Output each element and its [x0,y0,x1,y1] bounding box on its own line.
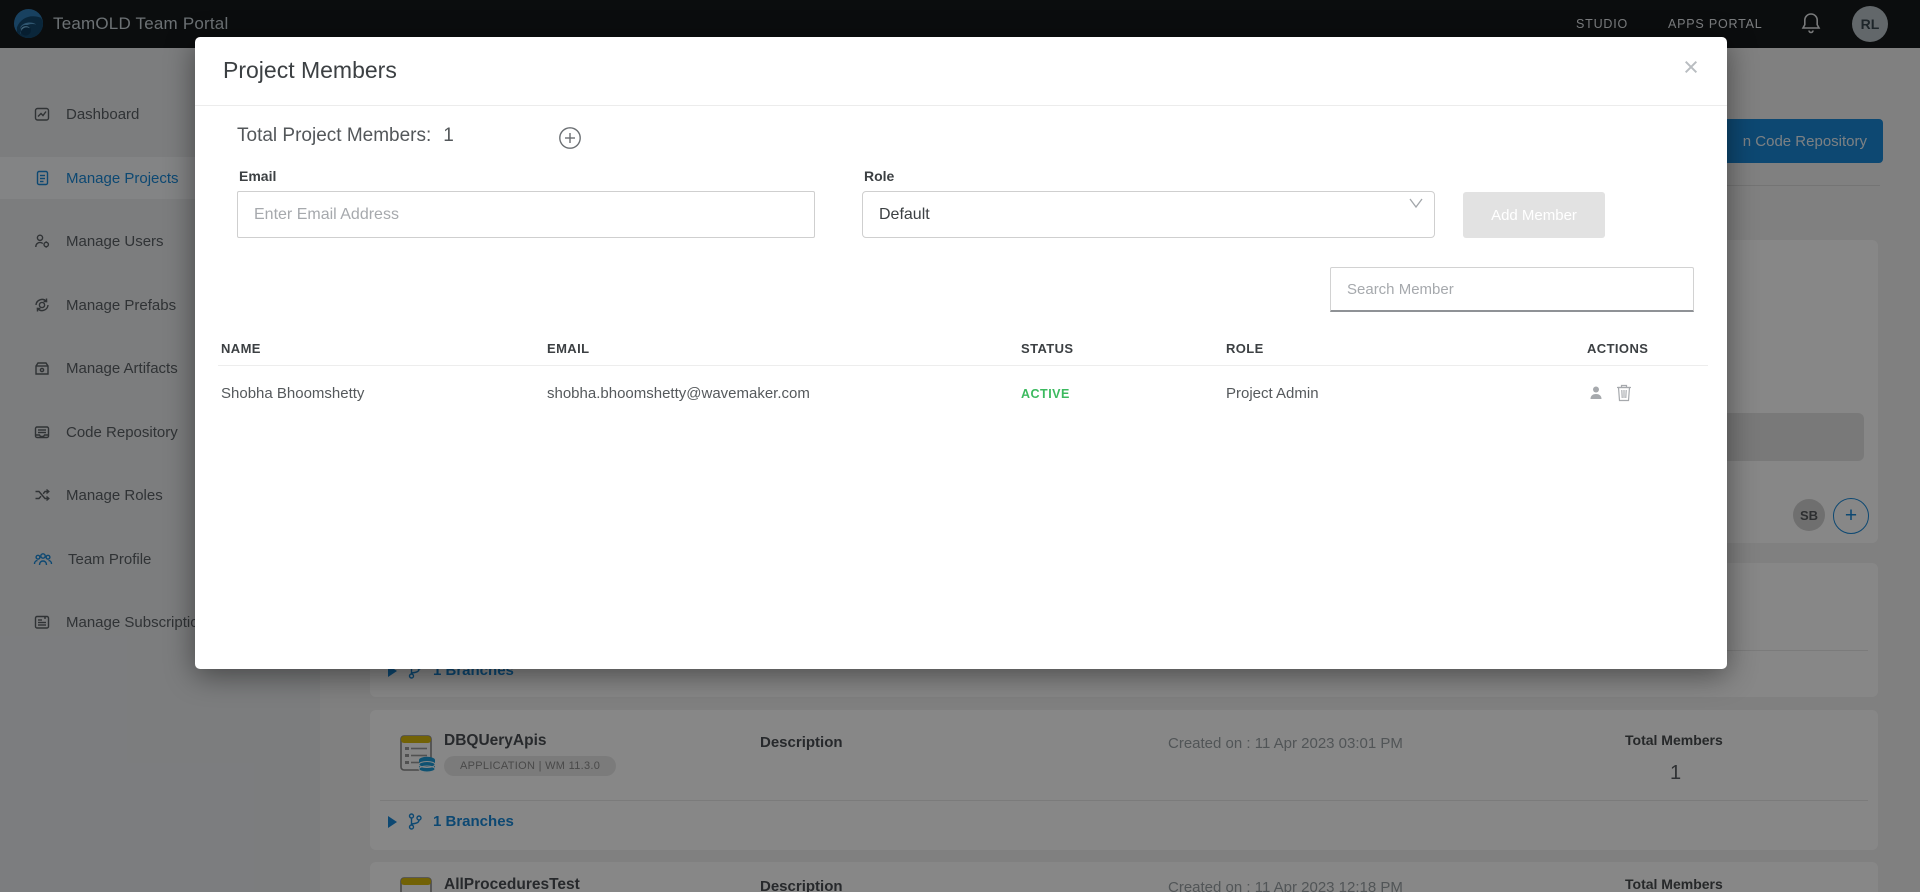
delete-member-trash-icon[interactable] [1616,383,1632,402]
table-header-divider [218,365,1708,366]
add-member-button[interactable]: Add Member [1463,192,1605,238]
column-header-email: EMAIL [547,341,589,356]
member-status-badge: ACTIVE [1021,387,1070,401]
column-header-actions: ACTIONS [1587,341,1648,356]
column-header-status: STATUS [1021,341,1073,356]
email-label: Email [239,168,276,184]
member-email: shobha.bhoomshetty@wavemaker.com [547,385,810,402]
total-members-row: Total Project Members: 1 [237,125,454,147]
member-profile-icon[interactable] [1587,384,1605,402]
project-members-modal: Project Members × Total Project Members:… [195,37,1727,669]
search-member-input[interactable] [1330,267,1694,312]
role-label: Role [864,168,894,184]
chevron-down-icon [1408,197,1424,210]
add-member-plus-icon[interactable] [558,126,582,150]
column-header-name: NAME [221,341,261,356]
member-name: Shobha Bhoomshetty [221,385,364,402]
screen: TeamOLD Team Portal STUDIO APPS PORTAL R… [0,0,1920,892]
modal-title: Project Members [223,57,397,84]
total-project-members-label: Total Project Members: [237,125,431,147]
email-field[interactable] [237,191,815,238]
role-selected-value: Default [879,206,930,224]
modal-header-divider [195,105,1727,106]
close-icon[interactable]: × [1673,49,1709,85]
member-role: Project Admin [1226,385,1319,402]
column-header-role: ROLE [1226,341,1264,356]
role-select[interactable]: Default [862,191,1435,238]
total-project-members-value: 1 [443,125,454,147]
